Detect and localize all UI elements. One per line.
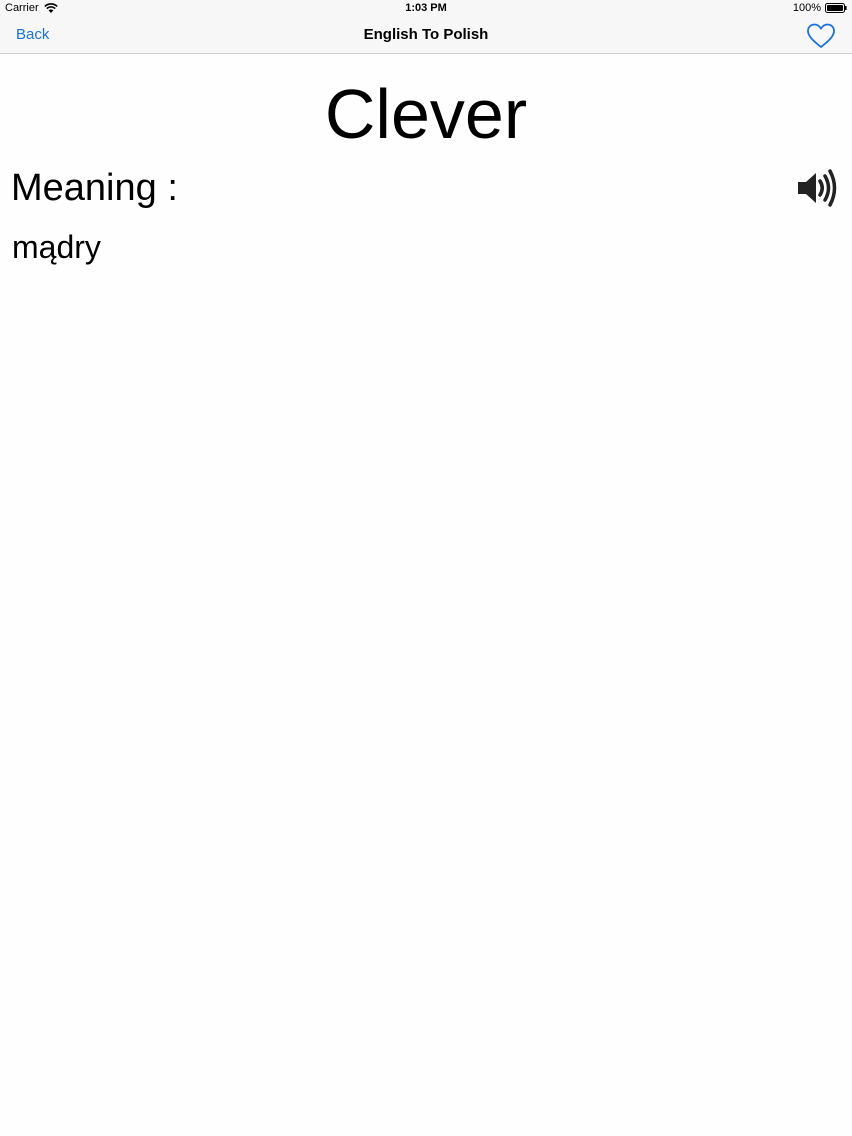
word-title: Clever [324, 75, 528, 153]
navigation-bar: Back English To Polish [0, 18, 852, 54]
meaning-label: Meaning : [11, 167, 178, 209]
meaning-text: mądry [12, 229, 101, 265]
status-bar: Carrier 1:03 PM 100% [0, 0, 852, 18]
battery-percent: 100% [792, 2, 821, 14]
status-time: 1:03 PM [405, 2, 447, 14]
heart-icon[interactable] [806, 22, 836, 50]
page-title: English To Polish [363, 26, 489, 43]
speaker-icon[interactable] [794, 166, 838, 210]
status-battery: 100% [793, 2, 847, 14]
battery-icon [825, 3, 847, 13]
